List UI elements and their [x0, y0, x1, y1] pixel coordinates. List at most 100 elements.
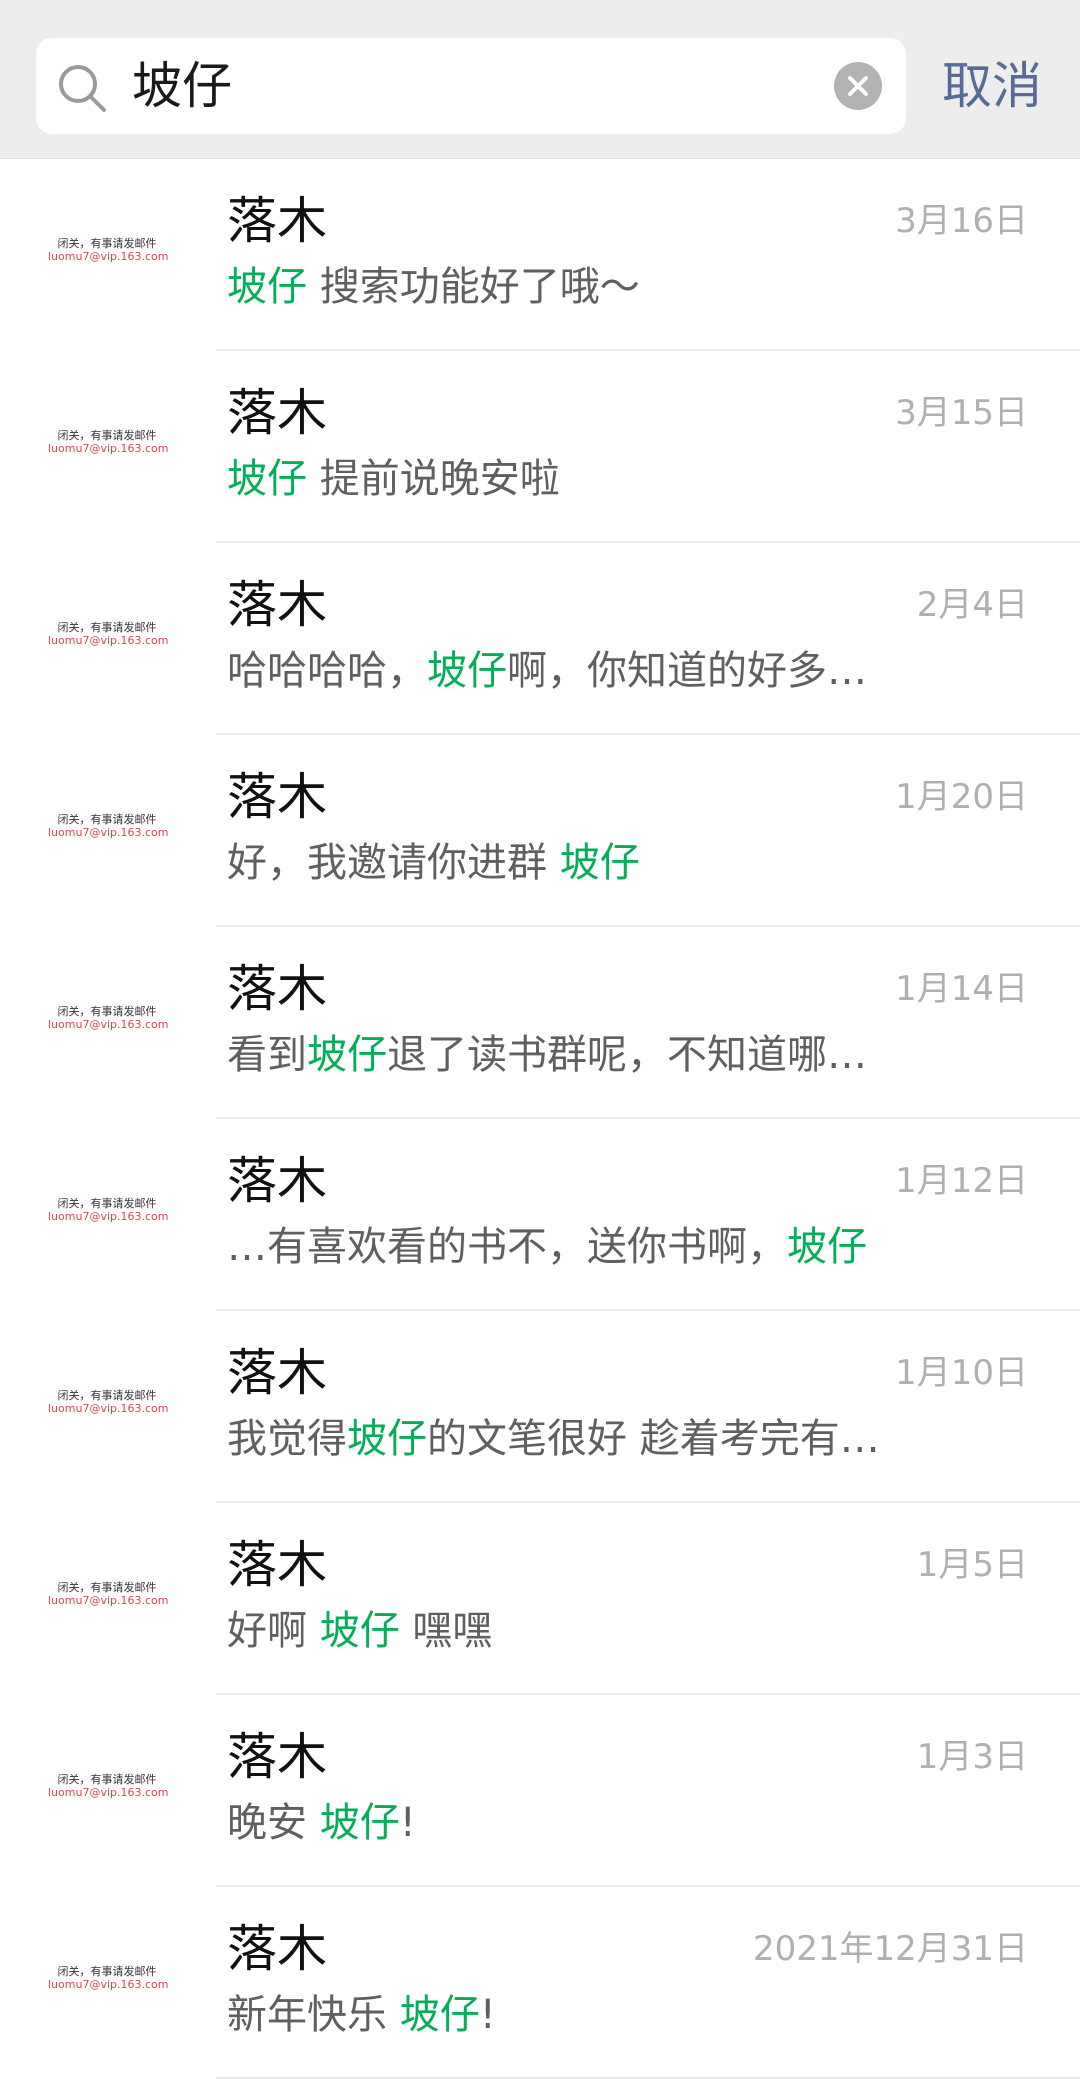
message-date: 1月14日: [895, 969, 1028, 1009]
message-date: 1月20日: [895, 777, 1028, 817]
avatar: 闭关，有事请发邮件 luomu7@vip.163.com: [48, 593, 169, 683]
snippet-keyword-highlight: 坡仔: [787, 1224, 867, 1270]
message-date: 3月16日: [895, 201, 1028, 241]
snippet-text-before: 晚安: [227, 1800, 320, 1846]
avatar-text-line2: luomu7@vip.163.com: [48, 1402, 169, 1415]
cancel-button[interactable]: 取消: [942, 38, 1052, 134]
search-results-list: 闭关，有事请发邮件 luomu7@vip.163.com 落木 3月16日 坡仔 搜索功…: [0, 159, 1080, 2079]
avatar: 闭关，有事请发邮件 luomu7@vip.163.com: [48, 1361, 169, 1451]
avatar-text-line2: luomu7@vip.163.com: [48, 634, 169, 647]
avatar-text-line1: 闭关，有事请发邮件: [57, 813, 157, 826]
snippet-keyword-highlight: 坡仔: [227, 456, 307, 502]
result-item[interactable]: 闭关，有事请发邮件 luomu7@vip.163.com 落木 1月10日 我觉得坡仔的…: [0, 1311, 1080, 1503]
message-date: 1月10日: [895, 1353, 1028, 1393]
message-date: 2021年12月31日: [752, 1929, 1028, 1969]
snippet-keyword-highlight: 坡仔: [319, 1800, 400, 1846]
snippet-text-before: 好，我邀请你进群: [227, 840, 560, 886]
snippet-text-after: 搜索功能好了哦～: [307, 264, 640, 310]
snippet-text-before: …有喜欢看的书不，送你书啊，: [227, 1224, 787, 1270]
message-snippet: 坡仔 提前说晚安啦: [227, 451, 560, 507]
contact-name: 落木: [227, 1920, 327, 1978]
message-snippet: 好，我邀请你进群 坡仔: [227, 835, 640, 891]
message-snippet: 好啊 坡仔 嘿嘿: [227, 1603, 492, 1659]
snippet-text-after: !: [479, 1992, 496, 2038]
message-snippet: 哈哈哈哈，坡仔啊，你知道的好多…: [227, 643, 867, 699]
message-snippet: 我觉得坡仔的文笔很好 趁着考完有…: [227, 1411, 880, 1467]
contact-name: 落木: [227, 384, 327, 442]
avatar: 闭关，有事请发邮件 luomu7@vip.163.com: [48, 1745, 169, 1835]
result-item[interactable]: 闭关，有事请发邮件 luomu7@vip.163.com 落木 1月3日晚安 坡仔!: [0, 1695, 1080, 1887]
snippet-text-after: 退了读书群呢，不知道哪…: [387, 1032, 867, 1078]
snippet-text-before: 好啊: [227, 1608, 320, 1654]
message-snippet: 看到坡仔退了读书群呢，不知道哪…: [227, 1027, 867, 1083]
clear-icon[interactable]: [834, 62, 882, 110]
snippet-keyword-highlight: 坡仔: [307, 1032, 387, 1078]
avatar: 闭关，有事请发邮件 luomu7@vip.163.com: [48, 1169, 169, 1259]
avatar-text-line1: 闭关，有事请发邮件: [57, 621, 157, 634]
snippet-keyword-highlight: 坡仔: [227, 264, 307, 310]
snippet-keyword-highlight: 坡仔: [427, 648, 507, 694]
result-item[interactable]: 闭关，有事请发邮件 luomu7@vip.163.com 落木 1月5日好啊 坡仔 嘿…: [0, 1503, 1080, 1695]
contact-name: 落木: [227, 576, 327, 634]
avatar: 闭关，有事请发邮件 luomu7@vip.163.com: [48, 1937, 169, 2027]
result-item[interactable]: 闭关，有事请发邮件 luomu7@vip.163.com 落木 1月20日好，我邀请你…: [0, 735, 1080, 927]
message-date: 1月12日: [895, 1161, 1028, 1201]
avatar-text-line1: 闭关，有事请发邮件: [57, 1197, 157, 1210]
snippet-text-after: 嘿嘿: [399, 1608, 493, 1654]
message-date: 3月15日: [895, 393, 1028, 433]
avatar-text-line1: 闭关，有事请发邮件: [57, 237, 157, 250]
snippet-text-before: 新年快乐: [227, 1992, 400, 2038]
message-snippet: 晚安 坡仔!: [227, 1795, 416, 1851]
result-item[interactable]: 闭关，有事请发邮件 luomu7@vip.163.com 落木 3月15日坡仔 提前说…: [0, 351, 1080, 543]
avatar-text-line2: luomu7@vip.163.com: [48, 250, 169, 263]
result-item[interactable]: 闭关，有事请发邮件 luomu7@vip.163.com 落木 1月12日 …有喜欢看的…: [0, 1119, 1080, 1311]
contact-name: 落木: [227, 768, 327, 826]
avatar-text-line1: 闭关，有事请发邮件: [57, 1965, 157, 1978]
contact-name: 落木: [227, 1344, 327, 1402]
avatar-text-line2: luomu7@vip.163.com: [48, 1210, 169, 1223]
avatar-text-line2: luomu7@vip.163.com: [48, 826, 169, 839]
avatar: 闭关，有事请发邮件 luomu7@vip.163.com: [48, 785, 169, 875]
message-date: 1月3日: [916, 1737, 1028, 1777]
avatar-text-line1: 闭关，有事请发邮件: [57, 1389, 157, 1402]
message-snippet: 新年快乐 坡仔!: [227, 1987, 496, 2043]
result-item[interactable]: 闭关，有事请发邮件 luomu7@vip.163.com 落木 2021年12月31日…: [0, 1887, 1080, 2079]
avatar-text-line1: 闭关，有事请发邮件: [57, 1773, 157, 1786]
result-item[interactable]: 闭关，有事请发邮件 luomu7@vip.163.com 落木 3月16日坡仔 搜索功…: [0, 159, 1080, 351]
result-item[interactable]: 闭关，有事请发邮件 luomu7@vip.163.com 落木 2月4日哈哈哈哈，坡仔…: [0, 543, 1080, 735]
avatar-text-line1: 闭关，有事请发邮件: [57, 1581, 157, 1594]
avatar-text-line2: luomu7@vip.163.com: [48, 442, 169, 455]
contact-name: 落木: [227, 960, 327, 1018]
snippet-keyword-highlight: 坡仔: [399, 1992, 480, 2038]
search-bar: 坡仔 取消: [0, 0, 1080, 159]
snippet-text-before: 看到: [227, 1032, 307, 1078]
message-snippet: …有喜欢看的书不，送你书啊，坡仔: [227, 1219, 867, 1275]
snippet-text-after: !: [399, 1800, 416, 1846]
snippet-text-before: 哈哈哈哈，: [227, 648, 427, 694]
message-date: 2月4日: [916, 585, 1028, 625]
contact-name: 落木: [227, 1152, 327, 1210]
snippet-text-after: 提前说晚安啦: [307, 456, 560, 502]
avatar: 闭关，有事请发邮件 luomu7@vip.163.com: [48, 209, 169, 299]
search-input[interactable]: 坡仔: [132, 38, 232, 134]
message-snippet: 坡仔 搜索功能好了哦～: [227, 259, 640, 315]
avatar-text-line1: 闭关，有事请发邮件: [57, 429, 157, 442]
result-item[interactable]: 闭关，有事请发邮件 luomu7@vip.163.com 落木 1月14日 看到坡仔退了…: [0, 927, 1080, 1119]
search-icon: [59, 65, 106, 112]
contact-name: 落木: [227, 192, 327, 250]
avatar-text-line2: luomu7@vip.163.com: [48, 1018, 169, 1031]
search-box[interactable]: 坡仔: [36, 38, 906, 134]
contact-name: 落木: [227, 1536, 327, 1594]
snippet-keyword-highlight: 坡仔: [347, 1416, 427, 1462]
snippet-text-after: 啊，你知道的好多…: [507, 648, 867, 694]
avatar-text-line2: luomu7@vip.163.com: [48, 1786, 169, 1799]
snippet-keyword-highlight: 坡仔: [319, 1608, 400, 1654]
avatar-text-line1: 闭关，有事请发邮件: [57, 1005, 157, 1018]
snippet-keyword-highlight: 坡仔: [559, 840, 640, 886]
avatar: 闭关，有事请发邮件 luomu7@vip.163.com: [48, 977, 169, 1067]
contact-name: 落木: [227, 1728, 327, 1786]
snippet-text-after: 的文笔很好 趁着考完有…: [427, 1416, 880, 1462]
message-date: 1月5日: [916, 1545, 1028, 1585]
avatar-text-line2: luomu7@vip.163.com: [48, 1978, 169, 1991]
avatar: 闭关，有事请发邮件 luomu7@vip.163.com: [48, 1553, 168, 1643]
